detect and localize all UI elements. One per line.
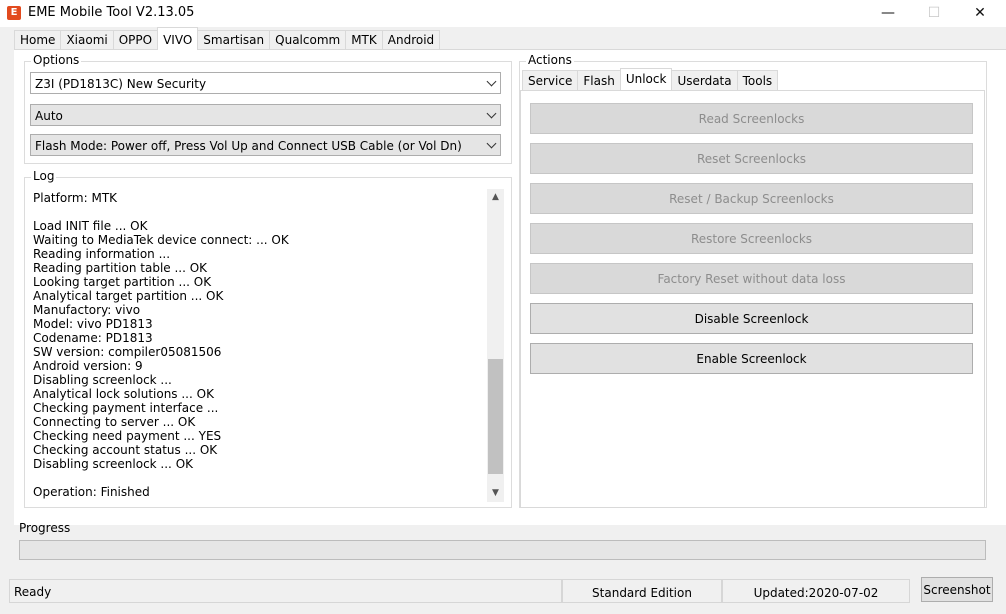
mode-select-value: Auto [35, 109, 63, 123]
log-line: Load INIT file ... OK [33, 219, 148, 233]
log-line: Disabling screenlock ... [33, 373, 172, 387]
log-title: Log [31, 169, 57, 183]
tab-qualcomm[interactable]: Qualcomm [269, 30, 347, 50]
close-button[interactable]: ✕ [957, 0, 1003, 27]
scroll-up-arrow-icon[interactable]: ▲ [487, 189, 504, 206]
reset-backup-screenlocks-button[interactable]: Reset / Backup Screenlocks [530, 183, 973, 214]
chevron-down-icon [486, 138, 497, 149]
tab-flash[interactable]: Flash [577, 70, 621, 90]
tab-xiaomi[interactable]: Xiaomi [60, 30, 114, 50]
log-line: Codename: PD1813 [33, 331, 153, 345]
actions-title: Actions [526, 53, 574, 67]
enable-screenlock-button[interactable]: Enable Screenlock [530, 343, 973, 374]
log-line: Android version: 9 [33, 359, 143, 373]
read-screenlocks-button[interactable]: Read Screenlocks [530, 103, 973, 134]
model-select-value: Z3I (PD1813C) New Security [35, 77, 207, 91]
log-line: Checking need payment ... YES [33, 429, 222, 443]
log-line: Checking payment interface ... [33, 401, 219, 415]
tab-vivo[interactable]: VIVO [157, 27, 199, 50]
log-line: Analytical lock solutions ... OK [33, 387, 214, 401]
tab-oppo[interactable]: OPPO [112, 30, 159, 50]
log-line: Reading partition table ... OK [33, 261, 208, 275]
maximize-button[interactable]: ☐ [911, 0, 957, 27]
title-bar: E EME Mobile Tool V2.13.05 — ☐ ✕ [0, 0, 1006, 27]
tab-android[interactable]: Android [381, 30, 441, 50]
chevron-down-icon [486, 76, 497, 87]
reset-screenlocks-button[interactable]: Reset Screenlocks [530, 143, 973, 174]
scrollbar-thumb[interactable] [488, 359, 503, 474]
log-output: Platform: MTK Load INIT file ... OK Waiti… [33, 191, 483, 499]
scroll-down-arrow-icon[interactable]: ▼ [487, 485, 504, 502]
tab-smartisan[interactable]: Smartisan [197, 30, 271, 50]
window-title: EME Mobile Tool V2.13.05 [28, 5, 195, 20]
flash-mode-select-value: Flash Mode: Power off, Press Vol Up and … [35, 139, 462, 153]
restore-screenlocks-button[interactable]: Restore Screenlocks [530, 223, 973, 254]
log-line: Connecting to server ... OK [33, 415, 196, 429]
tab-mtk[interactable]: MTK [345, 30, 383, 50]
log-line: Model: vivo PD1813 [33, 317, 153, 331]
tab-userdata[interactable]: Userdata [671, 70, 738, 90]
model-select[interactable]: Z3I (PD1813C) New Security [30, 72, 501, 94]
log-scrollbar[interactable]: ▲ ▼ [487, 189, 504, 502]
log-line: Looking target partition ... OK [33, 275, 212, 289]
log-line: Operation: Finished [33, 485, 150, 499]
minimize-button[interactable]: — [865, 0, 911, 27]
log-line: Checking account status ... OK [33, 443, 218, 457]
log-line: Platform: MTK [33, 191, 118, 205]
actions-tab-strip: Service Flash Unlock Userdata Tools [522, 68, 779, 90]
disable-screenlock-button[interactable]: Disable Screenlock [530, 303, 973, 334]
edition-label: Standard Edition [562, 579, 722, 603]
main-tab-strip: Home Xiaomi OPPO VIVO Smartisan Qualcomm… [14, 27, 441, 50]
log-line: Analytical target partition ... OK [33, 289, 224, 303]
tab-tools[interactable]: Tools [736, 70, 779, 90]
tab-unlock[interactable]: Unlock [619, 68, 673, 90]
tab-home[interactable]: Home [14, 30, 62, 50]
flash-mode-select[interactable]: Flash Mode: Power off, Press Vol Up and … [30, 134, 501, 156]
log-line: SW version: compiler05081506 [33, 345, 222, 359]
progress-bar [19, 540, 986, 560]
progress-label: Progress [19, 521, 71, 535]
log-line: Waiting to MediaTek device connect: ... … [33, 233, 289, 247]
chevron-down-icon [486, 108, 497, 119]
tab-service[interactable]: Service [522, 70, 579, 90]
mode-select[interactable]: Auto [30, 104, 501, 126]
factory-reset-button[interactable]: Factory Reset without data loss [530, 263, 973, 294]
updated-label: Updated:2020-07-02 [722, 579, 910, 603]
log-line: Disabling screenlock ... OK [33, 457, 194, 471]
log-line: Reading information ... [33, 247, 171, 261]
options-title: Options [31, 53, 82, 67]
status-bar: Ready Standard Edition Updated:2020-07-0… [0, 576, 1006, 614]
app-logo-icon: E [7, 6, 21, 20]
screenshot-button[interactable]: Screenshot [921, 577, 993, 602]
log-line: Manufactory: vivo [33, 303, 141, 317]
status-text: Ready [9, 579, 562, 603]
